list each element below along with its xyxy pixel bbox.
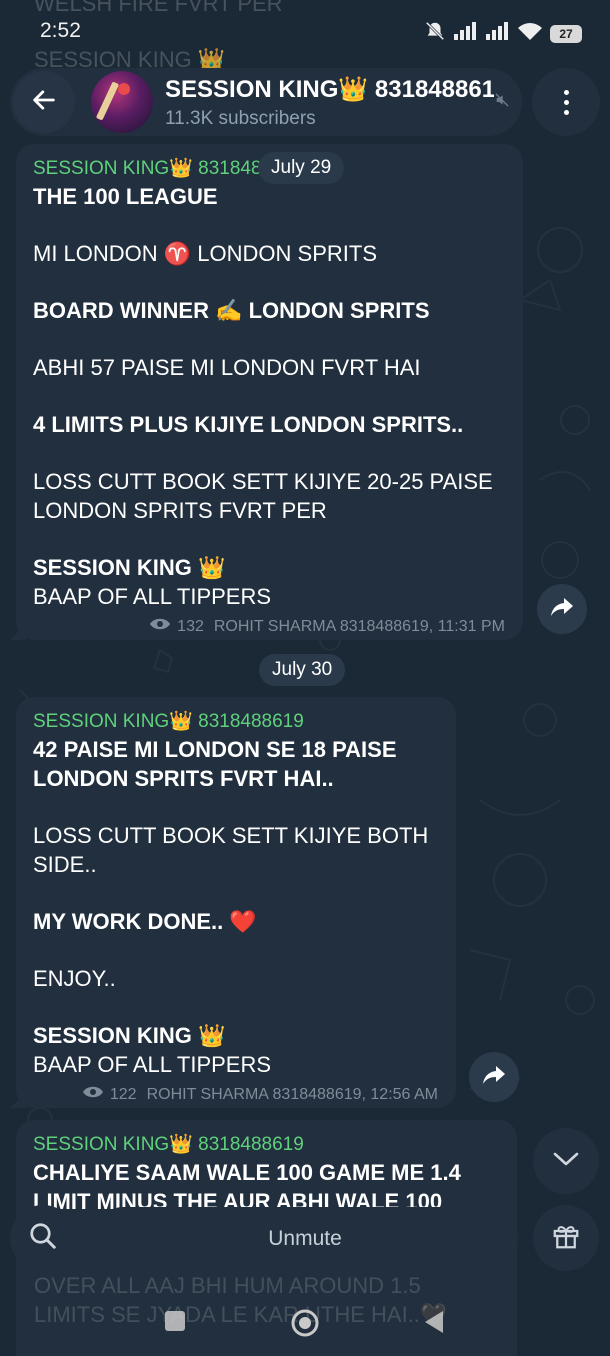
- channel-header[interactable]: SESSION KING👑 8318488619 11.3K subscribe…: [10, 68, 522, 136]
- message-line: 4 LIMITS PLUS KIJIYE LONDON SPRITS..: [33, 412, 464, 437]
- message-line: LOSS CUTT BOOK SETT KIJIYE 20-25 PAISE: [33, 469, 493, 494]
- muted-speaker-icon: [494, 92, 510, 113]
- status-time: 2:52: [40, 19, 81, 42]
- chevron-down-icon: [552, 1150, 580, 1173]
- message-text: 42 PAISE MI LONDON SE 18 PAISE LONDON SPR…: [33, 735, 438, 1079]
- search-icon: [28, 1221, 58, 1256]
- home-button[interactable]: [290, 1308, 320, 1343]
- battery-icon: 27: [550, 24, 582, 43]
- view-count: 122: [109, 1085, 137, 1103]
- search-button[interactable]: [10, 1205, 76, 1271]
- message-line: SIDE..: [33, 852, 97, 877]
- message-line: MY WORK DONE.. ❤️: [33, 909, 257, 934]
- notifications-off-icon: [424, 20, 446, 47]
- status-bar: WELSH FIRE FVRT PER 2:52 SESSION KING 👑 …: [0, 0, 610, 72]
- forward-button[interactable]: [469, 1052, 519, 1102]
- more-vertical-icon: [563, 89, 569, 95]
- date-chip: July 29: [258, 152, 345, 184]
- eye-icon: [82, 1085, 104, 1104]
- message-line: ENJOY..: [33, 966, 116, 991]
- forward-button[interactable]: [537, 584, 587, 634]
- recent-apps-button[interactable]: [164, 1310, 186, 1337]
- date-chip: July 30: [259, 654, 346, 686]
- channel-title: SESSION KING👑 8318488619: [165, 75, 494, 103]
- message-line: CHALIYE SAAM WALE 100 GAME ME 1.4: [33, 1160, 461, 1185]
- message-line: LOSS CUTT BOOK SETT KIJIYE BOTH: [33, 823, 429, 848]
- message-line: 42 PAISE MI LONDON SE 18 PAISE: [33, 737, 397, 762]
- message-sender: SESSION KING👑 8318488619: [33, 711, 304, 732]
- gift-icon: [551, 1221, 581, 1256]
- message-meta: 122 ROHIT SHARMA 8318488619, 12:56 AM: [33, 1085, 438, 1104]
- scroll-down-button[interactable]: [533, 1128, 599, 1194]
- eye-icon: [149, 617, 171, 636]
- signal-icon: [486, 22, 510, 45]
- message-line: ABHI 57 PAISE MI LONDON FVRT HAI: [33, 355, 421, 380]
- more-vertical-icon: [563, 99, 569, 105]
- system-nav-bar: [0, 1290, 610, 1356]
- ghost-message-text: WELSH FIRE FVRT PER: [34, 0, 283, 16]
- message-bubble[interactable]: SESSION KING👑 8318488619 THE 100 LEAGUE M…: [16, 144, 523, 640]
- share-forward-icon: [550, 596, 574, 623]
- message-line: BAAP OF ALL TIPPERS: [33, 1052, 272, 1077]
- status-icons: 27: [424, 20, 582, 47]
- channel-info[interactable]: SESSION KING👑 8318488619 11.3K subscribe…: [165, 75, 494, 130]
- message-line: SESSION KING 👑: [33, 555, 226, 580]
- signal-icon: [454, 22, 478, 45]
- unmute-button[interactable]: Unmute: [92, 1207, 518, 1270]
- message-footer: ROHIT SHARMA 8318488619, 12:56 AM: [146, 1085, 438, 1103]
- message-line: BOARD WINNER ✍ LONDON SPRITS: [33, 298, 430, 323]
- view-count: 132: [177, 617, 204, 635]
- message-line: LONDON SPRITS FVRT HAI..: [33, 766, 334, 791]
- message-line: MI LONDON ♈ LONDON SPRITS: [33, 241, 377, 266]
- back-button[interactable]: [13, 71, 75, 133]
- more-options-button[interactable]: [532, 68, 600, 136]
- message-text: THE 100 LEAGUE MI LONDON ♈ LONDON SPRITS B…: [33, 182, 505, 611]
- message-line: LONDON SPRITS FVRT PER: [33, 498, 327, 523]
- share-forward-icon: [482, 1064, 506, 1091]
- back-nav-button[interactable]: [424, 1310, 444, 1339]
- back-arrow-icon: [30, 86, 58, 119]
- message-line: SESSION KING 👑: [33, 1023, 226, 1048]
- message-line: BAAP OF ALL TIPPERS: [33, 584, 272, 609]
- message-line: THE 100 LEAGUE: [33, 184, 218, 209]
- channel-avatar[interactable]: [91, 71, 153, 133]
- wifi-icon: [518, 22, 542, 45]
- avatar-art: [95, 81, 120, 121]
- message-sender: SESSION KING👑 8318488619: [33, 1134, 304, 1155]
- message-bubble[interactable]: SESSION KING👑 8318488619 42 PAISE MI LON…: [16, 697, 456, 1108]
- avatar-art: [118, 83, 130, 95]
- subscriber-count: 11.3K subscribers: [165, 107, 316, 129]
- more-vertical-icon: [563, 109, 569, 115]
- message-footer: ROHIT SHARMA 8318488619, 11:31 PM: [213, 617, 505, 635]
- gift-button[interactable]: [533, 1205, 599, 1271]
- message-meta: 132 ROHIT SHARMA 8318488619, 11:31 PM: [33, 617, 505, 636]
